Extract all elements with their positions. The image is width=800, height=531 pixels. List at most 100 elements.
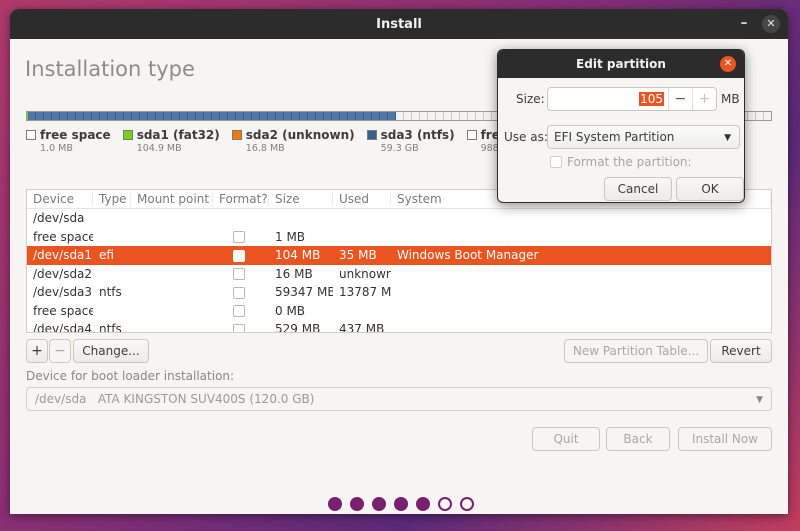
chevron-down-icon: ▼ xyxy=(756,395,763,405)
cell-size: 59347 MB xyxy=(275,285,333,300)
format-checkbox[interactable] xyxy=(233,231,245,244)
legend-swatch xyxy=(366,130,377,140)
table-row[interactable]: free space 0 MB xyxy=(27,302,771,321)
add-partition-button[interactable]: + xyxy=(26,339,48,363)
cell-used: 35 MB xyxy=(339,248,377,263)
use-as-select[interactable]: EFI System Partition ▼ xyxy=(547,125,740,149)
dialog-close-icon[interactable]: ✕ xyxy=(720,56,736,72)
cell-type: ntfs xyxy=(99,285,122,300)
install-now-button[interactable]: Install Now xyxy=(678,427,772,451)
dialog-title: Edit partition xyxy=(576,57,666,71)
header-type[interactable]: Type xyxy=(93,192,131,206)
header-used[interactable]: Used xyxy=(333,192,391,206)
progress-dot xyxy=(394,497,408,511)
header-device[interactable]: Device xyxy=(27,192,93,206)
legend-label-row: sda1 (fat32) xyxy=(122,128,220,142)
legend-size: 104.9 MB xyxy=(136,143,182,154)
legend-swatch xyxy=(122,130,133,140)
cell-used: unknown xyxy=(339,266,391,281)
back-button[interactable]: Back xyxy=(606,427,670,451)
format-checkbox[interactable] xyxy=(233,305,245,318)
cell-size: 1 MB xyxy=(275,229,306,244)
close-icon[interactable]: ✕ xyxy=(762,15,780,33)
size-spinbox[interactable]: 105 − + xyxy=(547,87,717,111)
cell-device: /dev/sda1 xyxy=(33,248,93,263)
progress-dot xyxy=(328,497,342,511)
cell-size: 104 MB xyxy=(275,248,321,263)
table-row[interactable]: /dev/sda2 16 MB unknown xyxy=(27,265,771,284)
window-title: Install xyxy=(376,16,422,32)
format-partition-checkbox[interactable] xyxy=(550,156,562,168)
new-partition-table-button[interactable]: New Partition Table... xyxy=(564,339,708,363)
cell-device: /dev/sda4 xyxy=(33,322,93,333)
size-value: 105 xyxy=(639,92,664,106)
boot-loader-select[interactable]: /dev/sda ATA KINGSTON SUV400S (120.0 GB)… xyxy=(26,387,772,411)
cell-type: ntfs xyxy=(99,322,122,333)
table-row[interactable]: /dev/sda4 ntfs 529 MB 437 MB xyxy=(27,320,771,333)
cell-format xyxy=(213,248,269,262)
table-body: /dev/sda free space 1 MB/dev/sda1 efi 104 MB… xyxy=(27,209,771,333)
partition-segment-ntfs xyxy=(28,112,397,120)
progress-dots xyxy=(328,497,474,511)
format-partition-row: Format the partition: xyxy=(550,155,692,169)
cell-device: /dev/sda xyxy=(33,211,85,226)
cell-type: efi xyxy=(99,248,114,263)
legend-item: free space 1.0 MB xyxy=(26,128,111,154)
size-unit: MB xyxy=(721,92,740,106)
legend-swatch xyxy=(466,130,477,140)
cell-format xyxy=(213,230,269,244)
minimize-icon[interactable]: – xyxy=(736,15,752,31)
format-checkbox[interactable] xyxy=(233,268,245,281)
table-row[interactable]: free space 1 MB xyxy=(27,228,771,247)
partition-table: Device Type Mount point Format? Size Use… xyxy=(26,189,772,333)
window-titlebar[interactable]: Install – ✕ xyxy=(10,9,788,39)
edit-partition-dialog: Edit partition ✕ Size: 105 − + MB Use as… xyxy=(497,49,745,203)
cancel-button[interactable]: Cancel xyxy=(604,177,672,201)
header-size[interactable]: Size xyxy=(269,192,333,206)
size-label: Size: xyxy=(516,92,545,106)
format-checkbox[interactable] xyxy=(233,323,245,332)
cell-device: free space xyxy=(33,229,93,244)
chevron-down-icon: ▼ xyxy=(724,133,731,143)
progress-dot xyxy=(416,497,430,511)
format-checkbox[interactable] xyxy=(233,249,245,262)
cell-device: /dev/sda2 xyxy=(33,266,93,281)
remove-partition-button[interactable]: − xyxy=(49,339,71,363)
format-partition-label: Format the partition: xyxy=(567,155,692,169)
partition-legend: free space 1.0 MB sda1 (fat32) 104.9 MB sda2… xyxy=(26,128,551,154)
size-input[interactable]: 105 xyxy=(548,88,668,110)
progress-dot xyxy=(460,497,474,511)
legend-size: 16.8 MB xyxy=(245,143,285,154)
progress-dot xyxy=(438,497,452,511)
cell-system: Windows Boot Manager xyxy=(397,248,539,263)
dialog-titlebar[interactable]: Edit partition ✕ xyxy=(498,50,744,78)
format-checkbox[interactable] xyxy=(233,286,245,299)
size-increment-button[interactable]: + xyxy=(692,88,716,110)
cell-format xyxy=(213,304,269,318)
revert-button[interactable]: Revert xyxy=(710,339,772,363)
table-row[interactable]: /dev/sda3 ntfs 59347 MB 13787 MB xyxy=(27,283,771,302)
cell-size: 0 MB xyxy=(275,303,306,318)
size-decrement-button[interactable]: − xyxy=(668,88,692,110)
cell-used: 13787 MB xyxy=(339,285,391,300)
legend-item: sda1 (fat32) 104.9 MB xyxy=(122,128,220,154)
change-partition-button[interactable]: Change... xyxy=(73,339,149,363)
cell-size: 529 MB xyxy=(275,322,321,333)
legend-label-row: sda3 (ntfs) xyxy=(366,128,455,142)
cell-format xyxy=(213,267,269,281)
legend-label-row: sda2 (unknown) xyxy=(231,128,355,142)
legend-label-row: free space xyxy=(26,128,111,142)
header-format[interactable]: Format? xyxy=(213,192,269,206)
use-as-label: Use as: xyxy=(504,130,548,144)
table-row[interactable]: /dev/sda1 efi 104 MB 35 MB Windows Boot Mana… xyxy=(27,246,771,265)
legend-size: 1.0 MB xyxy=(40,143,73,154)
legend-label: sda3 (ntfs) xyxy=(380,128,455,142)
use-as-value: EFI System Partition xyxy=(554,130,675,144)
cell-device: /dev/sda3 xyxy=(33,285,93,300)
table-row[interactable]: /dev/sda xyxy=(27,209,771,228)
legend-label: sda2 (unknown) xyxy=(245,128,355,142)
header-mount-point[interactable]: Mount point xyxy=(131,192,213,206)
legend-label: sda1 (fat32) xyxy=(136,128,220,142)
quit-button[interactable]: Quit xyxy=(532,427,600,451)
ok-button[interactable]: OK xyxy=(676,177,744,201)
